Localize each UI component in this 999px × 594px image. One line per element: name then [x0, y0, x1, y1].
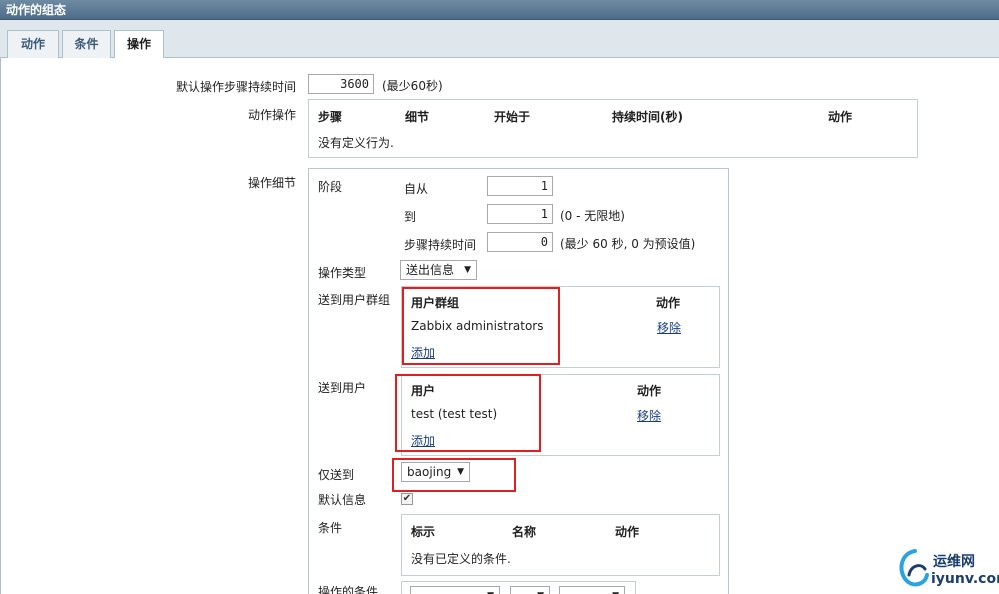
user-name: test (test test)	[411, 407, 498, 421]
tab-operations[interactable]: 操作	[114, 30, 164, 59]
no-conditions-text: 没有已定义的条件.	[411, 552, 511, 566]
col-group-action: 动作	[656, 296, 681, 310]
conditions-label: 条件	[318, 521, 343, 535]
operation-details-label: 操作细节	[247, 176, 296, 190]
col-step: 步骤	[318, 110, 343, 124]
step-duration-label: 步骤持续时间	[404, 238, 477, 252]
send-groups-label: 送到用户群组	[318, 293, 391, 307]
user-groups-table: 用户群组 动作 Zabbix administrators 移除 添加	[401, 286, 720, 368]
user-group-name: Zabbix administrators	[411, 319, 544, 333]
default-step-duration-label: 默认操作步骤持续时间	[175, 80, 296, 94]
no-operations-text: 没有定义行为.	[318, 136, 394, 150]
to-label: 到	[404, 210, 417, 224]
col-duration: 持续时间(秒)	[612, 110, 683, 124]
chevron-down-icon: ▼	[457, 467, 464, 477]
default-step-duration-hint: (最少60秒)	[382, 79, 443, 93]
col-user-action: 动作	[637, 384, 662, 398]
from-label: 自从	[404, 182, 429, 196]
tab-bar: 动作 条件 操作	[0, 20, 999, 59]
col-user-group: 用户群组	[411, 296, 460, 310]
watermark-line1: 运维网	[933, 554, 975, 570]
watermark-line2: iyunv.com	[931, 571, 999, 587]
remove-group-link[interactable]: 移除	[657, 319, 681, 336]
step-duration-input[interactable]: 0	[487, 232, 553, 252]
send-only-label: 仅送到	[318, 468, 355, 482]
op-type-select[interactable]: 送出信息 ▼	[400, 260, 477, 280]
swirl-icon	[899, 549, 929, 587]
operation-details-box: 阶段 自从 1 到 1 (0 - 无限地) 步骤持续时间 0 (最少 60 秒,…	[308, 168, 729, 594]
tab-conditions[interactable]: 条件	[62, 30, 111, 58]
col-cond-label: 标示	[411, 525, 436, 539]
op-condition-type-select[interactable]: ▼	[410, 586, 500, 594]
col-user: 用户	[411, 384, 436, 398]
chevron-down-icon: ▼	[612, 587, 619, 594]
watermark-logo: 运维网 iyunv.com	[895, 545, 999, 594]
conditions-table: 标示 名称 动作 没有已定义的条件.	[401, 514, 720, 576]
op-type-value: 送出信息	[406, 263, 455, 277]
add-group-link[interactable]: 添加	[411, 344, 435, 361]
default-step-duration-input[interactable]: 3600	[308, 74, 374, 94]
tab-action[interactable]: 动作	[7, 30, 59, 58]
op-condition-operator-select[interactable]: ▼	[510, 586, 550, 594]
send-only-value: baojing	[407, 465, 452, 479]
step-from-input[interactable]: 1	[487, 176, 553, 196]
chevron-down-icon: ▼	[464, 265, 471, 275]
action-operations-label: 动作操作	[247, 108, 296, 122]
action-operations-table: 步骤 细节 开始于 持续时间(秒) 动作 没有定义行为.	[308, 99, 918, 158]
window-title: 动作的组态	[0, 0, 999, 20]
col-start: 开始于	[494, 110, 531, 124]
send-users-label: 送到用户	[318, 381, 367, 395]
operations-panel: 默认操作步骤持续时间 3600 (最少60秒) 动作操作 步骤 细节 开始于 持…	[0, 58, 999, 594]
users-table: 用户 动作 test (test test) 移除 添加	[401, 374, 720, 456]
col-cond-name: 名称	[512, 525, 537, 539]
step-duration-hint: (最少 60 秒, 0 为预设值)	[560, 237, 696, 251]
op-conditions-label: 操作的条件	[318, 585, 379, 594]
chevron-down-icon: ▼	[487, 587, 494, 594]
col-cond-action: 动作	[615, 525, 640, 539]
remove-user-link[interactable]: 移除	[637, 407, 661, 424]
step-to-hint: (0 - 无限地)	[560, 209, 625, 223]
col-action: 动作	[828, 110, 853, 124]
op-condition-value-select[interactable]: ▼	[559, 586, 625, 594]
default-msg-checkbox[interactable]: ✔	[401, 493, 413, 505]
op-conditions-box: ▼ ▼ ▼	[401, 581, 636, 594]
col-details: 细节	[405, 110, 430, 124]
steps-label: 阶段	[318, 180, 343, 194]
chevron-down-icon: ▼	[537, 587, 544, 594]
step-to-input[interactable]: 1	[487, 204, 553, 224]
op-type-label: 操作类型	[318, 266, 367, 280]
send-only-select[interactable]: baojing ▼	[401, 462, 470, 482]
default-msg-label: 默认信息	[318, 493, 367, 507]
add-user-link[interactable]: 添加	[411, 432, 435, 449]
